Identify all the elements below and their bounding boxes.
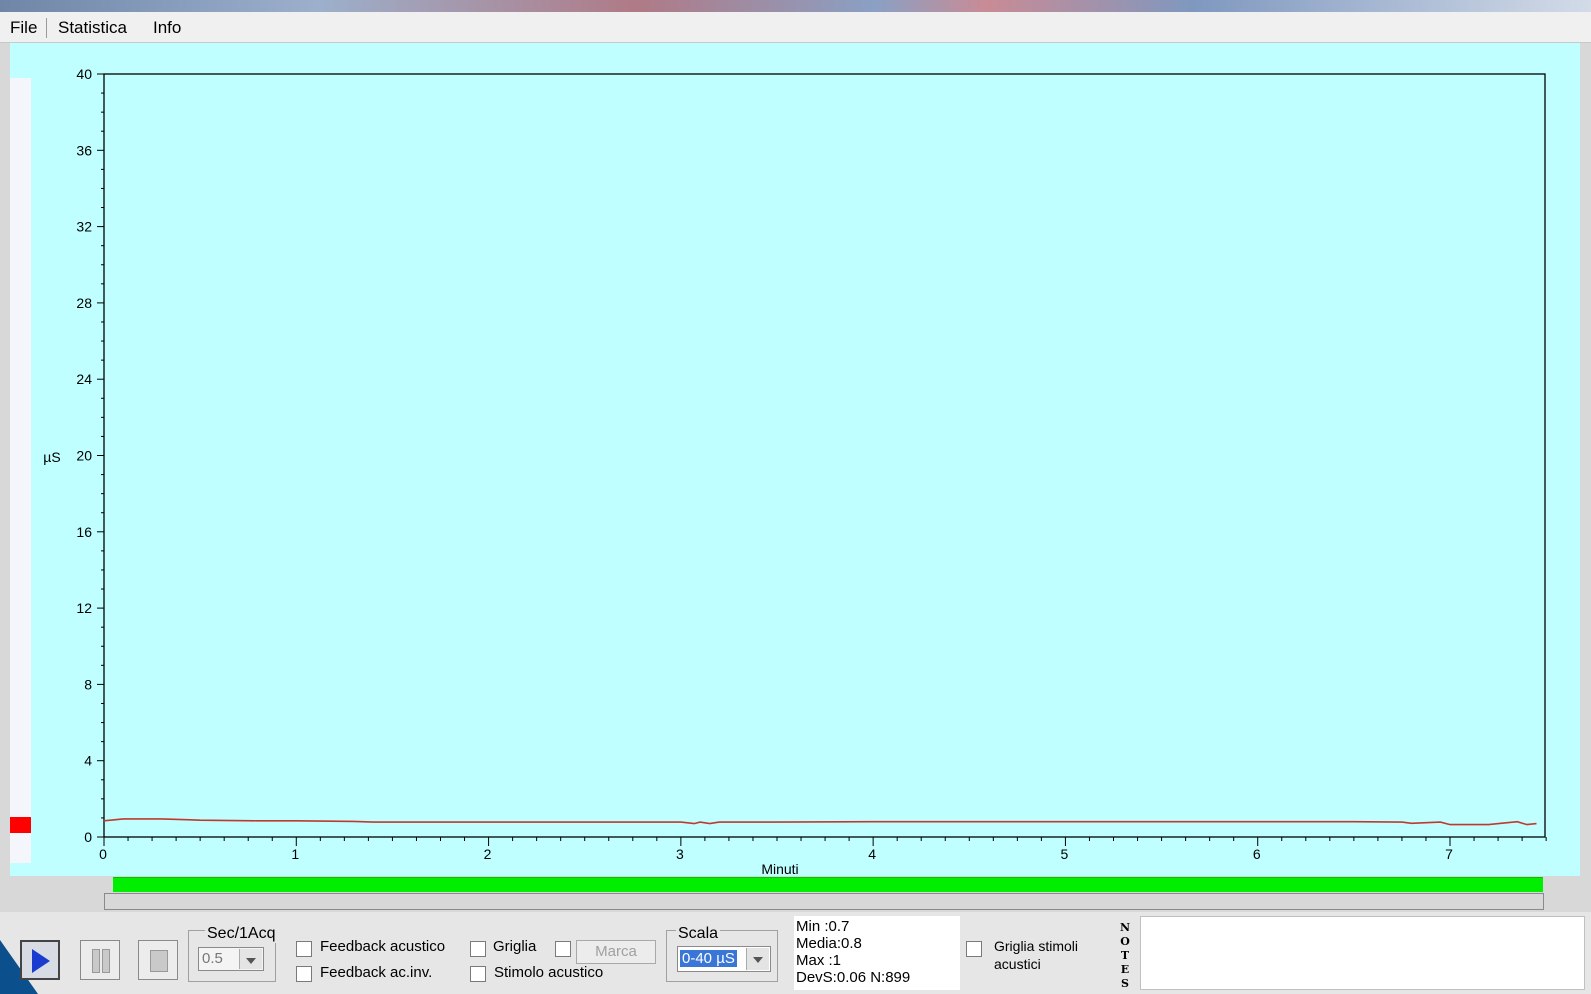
stop-button[interactable] xyxy=(138,940,178,980)
stat-max: Max :1 xyxy=(796,952,842,969)
y-tick-label: 4 xyxy=(84,753,92,769)
stat-min: Min :0.7 xyxy=(796,918,850,935)
scala-select[interactable]: 0-40 µS xyxy=(677,946,771,972)
feedback-ac-inv-checkbox[interactable] xyxy=(296,966,312,982)
x-tick-label: 5 xyxy=(1061,846,1069,862)
y-tick-label: 36 xyxy=(76,142,92,158)
stop-icon xyxy=(150,950,168,972)
griglia-label: Griglia xyxy=(493,938,537,955)
chart-ticks: 04812162024283236400 1 2 3 4 5 6 7 xyxy=(76,66,1547,862)
y-tick-label: 24 xyxy=(76,371,92,387)
notes-letter: E xyxy=(1120,963,1130,976)
marca-checkbox[interactable] xyxy=(555,941,571,957)
y-axis-label: µS xyxy=(43,449,60,465)
notes-vertical-label[interactable]: N O T E S xyxy=(1118,921,1132,991)
feedback-acustico-checkbox[interactable] xyxy=(296,941,312,957)
griglia-stimoli-label-2: acustici xyxy=(994,956,1041,972)
time-scrollbar[interactable] xyxy=(104,893,1544,910)
chart: 04812162024283236400 1 2 3 4 5 6 7 µS Minuti xyxy=(43,66,1547,877)
marca-button[interactable]: Marca xyxy=(576,940,656,964)
x-tick-label: 6 xyxy=(1253,846,1261,862)
acquisition-progress-bar xyxy=(113,877,1543,892)
x-tick-label: 1 xyxy=(291,846,299,862)
stimolo-acustico-checkbox[interactable] xyxy=(470,966,486,982)
x-axis-label: Minuti xyxy=(761,861,798,877)
chevron-down-icon xyxy=(746,948,769,970)
y-tick-label: 16 xyxy=(76,524,92,540)
y-tick-label: 20 xyxy=(76,448,92,464)
notes-textarea[interactable] xyxy=(1140,916,1585,990)
y-tick-label: 0 xyxy=(84,829,92,845)
play-button[interactable] xyxy=(20,940,60,980)
notes-letter: T xyxy=(1120,949,1130,962)
sec-acq-select[interactable]: 0.5 xyxy=(198,947,264,971)
chart-axes xyxy=(103,73,1546,838)
y-tick-label: 28 xyxy=(76,295,92,311)
statistics-box: Min :0.7 Media:0.8 Max :1 DevS:0.06 N:89… xyxy=(794,916,960,990)
pause-icon xyxy=(92,949,100,973)
y-tick-label: 32 xyxy=(76,219,92,235)
griglia-stimoli-label: Griglia stimoli xyxy=(994,938,1079,954)
sec-acq-value: 0.5 xyxy=(202,950,223,967)
stimolo-acustico-label: Stimolo acustico xyxy=(494,964,604,981)
feedback-ac-inv-label: Feedback ac.inv. xyxy=(320,964,433,981)
chart-series xyxy=(103,818,1537,826)
x-tick-label: 3 xyxy=(676,846,684,862)
notes-letter: S xyxy=(1121,977,1129,990)
x-tick-label: 4 xyxy=(868,846,876,862)
y-tick-label: 40 xyxy=(76,66,92,82)
scala-value: 0-40 µS xyxy=(680,950,737,967)
chevron-down-icon xyxy=(239,949,262,969)
griglia-checkbox[interactable] xyxy=(470,941,486,957)
pause-button[interactable] xyxy=(80,940,120,980)
stat-media: Media:0.8 xyxy=(796,935,862,952)
play-icon xyxy=(32,949,50,973)
stat-devs: DevS:0.06 N:899 xyxy=(796,969,911,986)
series-line xyxy=(103,818,1537,826)
griglia-stimoli-checkbox[interactable] xyxy=(966,941,982,957)
x-tick-label: 0 xyxy=(99,846,107,862)
y-tick-label: 12 xyxy=(76,600,92,616)
feedback-acustico-label: Feedback acustico xyxy=(320,938,446,955)
notes-letter: N xyxy=(1119,921,1131,934)
y-tick-label: 8 xyxy=(84,676,92,692)
sec-acq-label: Sec/1Acq xyxy=(205,925,278,943)
plot-frame xyxy=(103,73,1546,838)
notes-letter: O xyxy=(1120,935,1130,948)
scala-label: Scala xyxy=(676,925,721,943)
x-tick-label: 2 xyxy=(484,846,492,862)
x-tick-label: 7 xyxy=(1445,846,1453,862)
